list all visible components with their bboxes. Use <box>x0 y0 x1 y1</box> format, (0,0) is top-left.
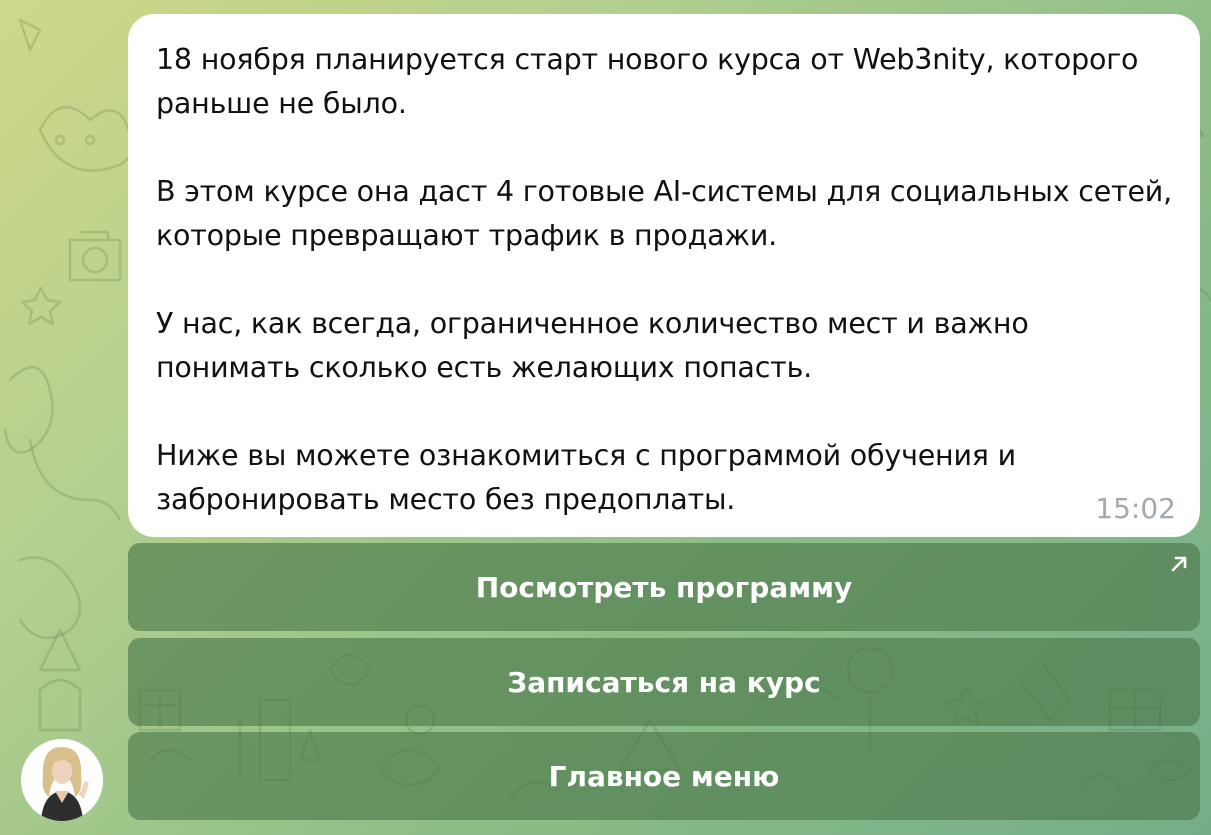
enroll-course-button[interactable]: Записаться на курс <box>128 638 1200 726</box>
main-menu-button-label: Главное меню <box>548 759 780 793</box>
message-timestamp: 15:02 <box>1095 492 1176 525</box>
view-program-button[interactable]: Посмотреть программу <box>128 543 1200 631</box>
view-program-button-label: Посмотреть программу <box>475 570 853 604</box>
message-bubble: 18 ноября планируется старт нового курса… <box>128 14 1200 537</box>
avatar[interactable] <box>21 739 103 821</box>
enroll-course-button-label: Записаться на курс <box>507 665 821 699</box>
main-menu-button[interactable]: Главное меню <box>128 732 1200 820</box>
external-link-arrow-icon <box>1171 556 1187 572</box>
avatar-portrait-icon <box>21 739 103 821</box>
message-text: 18 ноября планируется старт нового курса… <box>156 43 1172 516</box>
